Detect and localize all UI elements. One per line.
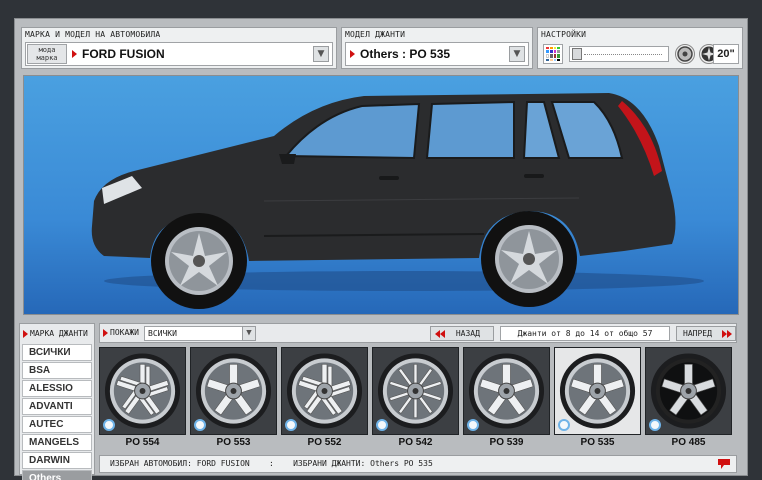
rim-image[interactable]	[554, 347, 641, 435]
zoom-icon[interactable]	[285, 419, 297, 431]
brand-item-all[interactable]: ВСИЧКИ	[22, 344, 92, 361]
chevron-down-icon[interactable]: ▼	[313, 46, 329, 62]
rear-wheel	[481, 211, 577, 307]
wheel-view-icon[interactable]	[675, 44, 695, 64]
rim-model-panel: МОДЕЛ ДЖАНТИ Others : PO 535 ▼	[341, 27, 533, 69]
rim-name: PO 539	[489, 437, 524, 448]
next-button[interactable]: НАПРЕД	[676, 326, 736, 341]
zoom-icon[interactable]	[194, 419, 206, 431]
rim-thumbnail[interactable]: PO 553	[190, 347, 277, 451]
rim-name: PO 553	[216, 437, 251, 448]
brand-item-alessio[interactable]: ALESSIO	[22, 380, 92, 397]
rim-model-value: Others : PO 535	[360, 47, 451, 61]
brand-item-others[interactable]: Others	[22, 470, 92, 480]
settings-controls: 20"	[541, 42, 739, 66]
brand-item-advanti[interactable]: ADVANTI	[22, 398, 92, 415]
arrow-left-icon	[440, 329, 445, 338]
car-model-label: МАРКА И МОДЕЛ НА АВТОМОБИЛА	[25, 30, 161, 39]
slider-handle[interactable]	[572, 48, 582, 60]
red-marker-icon	[72, 50, 77, 58]
show-label: ПОКАЖИ	[110, 328, 139, 337]
arrow-right-icon	[726, 329, 732, 338]
rim-image[interactable]	[281, 347, 368, 435]
color-palette-icon[interactable]	[543, 44, 563, 64]
car-model-select[interactable]: мода марка FORD FUSION ▼	[25, 42, 333, 66]
rim-gallery: PO 554 PO 553 PO 552 PO 542 PO 539 PO 53…	[99, 347, 737, 451]
flag-icon[interactable]	[718, 459, 730, 469]
page-counter: Джанти от 8 до 14 от общо 57	[500, 326, 670, 341]
chevron-down-icon[interactable]: ▼	[242, 326, 256, 341]
status-text: ИЗБРАН АВТОМОБИЛ: FORD FUSION : ИЗБРАНИ …	[110, 459, 433, 468]
brand-item-darwin[interactable]: DARWIN	[22, 452, 92, 469]
rim-image[interactable]	[463, 347, 550, 435]
show-filter-value: ВСИЧКИ	[148, 329, 177, 338]
brand-item-autec[interactable]: AUTEC	[22, 416, 92, 433]
rim-model-select[interactable]: Others : PO 535 ▼	[345, 42, 529, 66]
mode-brand-button[interactable]: мода марка	[27, 44, 67, 64]
red-marker-icon	[23, 330, 28, 338]
car-model-value: FORD FUSION	[82, 47, 165, 61]
height-slider[interactable]	[569, 46, 669, 62]
show-filter-select[interactable]: ВСИЧКИ ▼	[144, 326, 256, 341]
zoom-icon[interactable]	[103, 419, 115, 431]
rim-brand-title: МАРКА ДЖАНТИ	[30, 329, 88, 338]
rim-model-label: МОДЕЛ ДЖАНТИ	[345, 30, 406, 39]
car-illustration	[91, 93, 704, 309]
rim-name: PO 554	[125, 437, 160, 448]
rim-brand-panel: МАРКА ДЖАНТИ ВСИЧКИ BSA ALESSIO ADVANTI …	[19, 323, 95, 480]
rim-image[interactable]	[99, 347, 186, 435]
car-preview	[23, 75, 739, 315]
rim-name: PO 542	[398, 437, 433, 448]
red-marker-icon	[103, 329, 108, 337]
rim-thumbnail[interactable]: PO 552	[281, 347, 368, 451]
rim-thumbnail[interactable]: PO 485	[645, 347, 732, 451]
status-rim-value: Others PO 535	[370, 459, 433, 468]
rim-toolbar: ПОКАЖИ ВСИЧКИ ▼ НАЗАД Джанти от 8 до 14 …	[99, 323, 737, 343]
configurator-window: МАРКА И МОДЕЛ НА АВТОМОБИЛА мода марка F…	[14, 18, 748, 480]
wheel-size-display[interactable]: 20"	[713, 44, 739, 64]
rim-name: PO 485	[671, 437, 706, 448]
rim-name: PO 535	[580, 437, 615, 448]
brand-item-mangels[interactable]: MANGELS	[22, 434, 92, 451]
zoom-icon[interactable]	[376, 419, 388, 431]
back-label: НАЗАД	[455, 329, 480, 338]
rim-thumbnail[interactable]: PO 554	[99, 347, 186, 451]
next-label: НАПРЕД	[683, 329, 712, 338]
zoom-icon[interactable]	[558, 419, 570, 431]
zoom-icon[interactable]	[649, 419, 661, 431]
rim-brand-header: МАРКА ДЖАНТИ	[20, 324, 94, 344]
rim-image[interactable]	[372, 347, 459, 435]
slider-track	[584, 54, 662, 55]
back-button[interactable]: НАЗАД	[430, 326, 494, 341]
rim-thumbnail[interactable]: PO 542	[372, 347, 459, 451]
rim-thumbnail[interactable]: PO 535	[554, 347, 641, 451]
rim-thumbnail[interactable]: PO 539	[463, 347, 550, 451]
chevron-down-icon[interactable]: ▼	[509, 46, 525, 62]
red-marker-icon	[350, 50, 355, 58]
front-wheel	[151, 213, 247, 309]
settings-panel: НАСТРОЙКИ 20"	[537, 27, 743, 69]
settings-label: НАСТРОЙКИ	[541, 30, 587, 39]
rim-image[interactable]	[190, 347, 277, 435]
zoom-icon[interactable]	[467, 419, 479, 431]
status-rim-label: ИЗБРАНИ ДЖАНТИ:	[293, 459, 366, 468]
brand-item-bsa[interactable]: BSA	[22, 362, 92, 379]
rim-name: PO 552	[307, 437, 342, 448]
rim-image[interactable]	[645, 347, 732, 435]
status-car-value: FORD FUSION	[196, 459, 250, 468]
status-bar: ИЗБРАН АВТОМОБИЛ: FORD FUSION : ИЗБРАНИ …	[99, 455, 737, 473]
status-separator: :	[268, 459, 274, 468]
car-model-panel: МАРКА И МОДЕЛ НА АВТОМОБИЛА мода марка F…	[21, 27, 337, 69]
status-car-label: ИЗБРАН АВТОМОБИЛ:	[110, 459, 192, 468]
mode-button-line1: мода	[38, 46, 56, 54]
mode-button-line2: марка	[36, 54, 58, 62]
